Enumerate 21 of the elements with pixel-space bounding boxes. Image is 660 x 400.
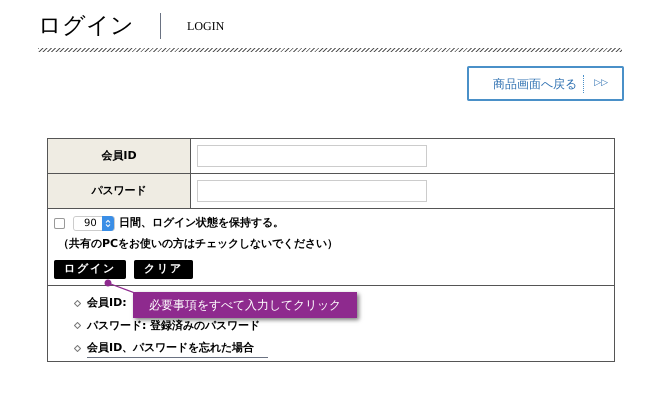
diamond-icon (74, 345, 81, 352)
page-subtitle: LOGIN (187, 18, 224, 35)
forgot-link[interactable]: 会員ID、パスワードを忘れた場合 (87, 340, 268, 358)
page-title: ログイン (38, 14, 134, 38)
field-label: 会員ID (48, 139, 191, 173)
text-field[interactable] (197, 145, 427, 167)
diamond-icon (74, 300, 81, 307)
remember-label: 日間、ログイン状態を保持する。 (119, 215, 284, 231)
clear-button[interactable]: クリア (134, 260, 193, 279)
note-text: 会員ID: (87, 295, 127, 311)
remember-note: （共有のPCをお使いの方はチェックしないでください） (57, 236, 340, 252)
login-button[interactable]: ログイン (54, 260, 126, 279)
days-select[interactable]: 90 (73, 216, 115, 231)
note-text: パスワード: 登録済みのパスワード (87, 318, 260, 334)
field-label: パスワード (48, 174, 191, 208)
stepper-icon (102, 216, 114, 231)
text-field[interactable] (197, 180, 427, 202)
back-button[interactable]: 商品画面へ戻る ▷▷ (467, 66, 624, 101)
diamond-icon (74, 322, 81, 330)
remember-checkbox[interactable] (54, 218, 65, 229)
callout-tooltip: 必要事項をすべて入力してクリック (133, 292, 357, 318)
